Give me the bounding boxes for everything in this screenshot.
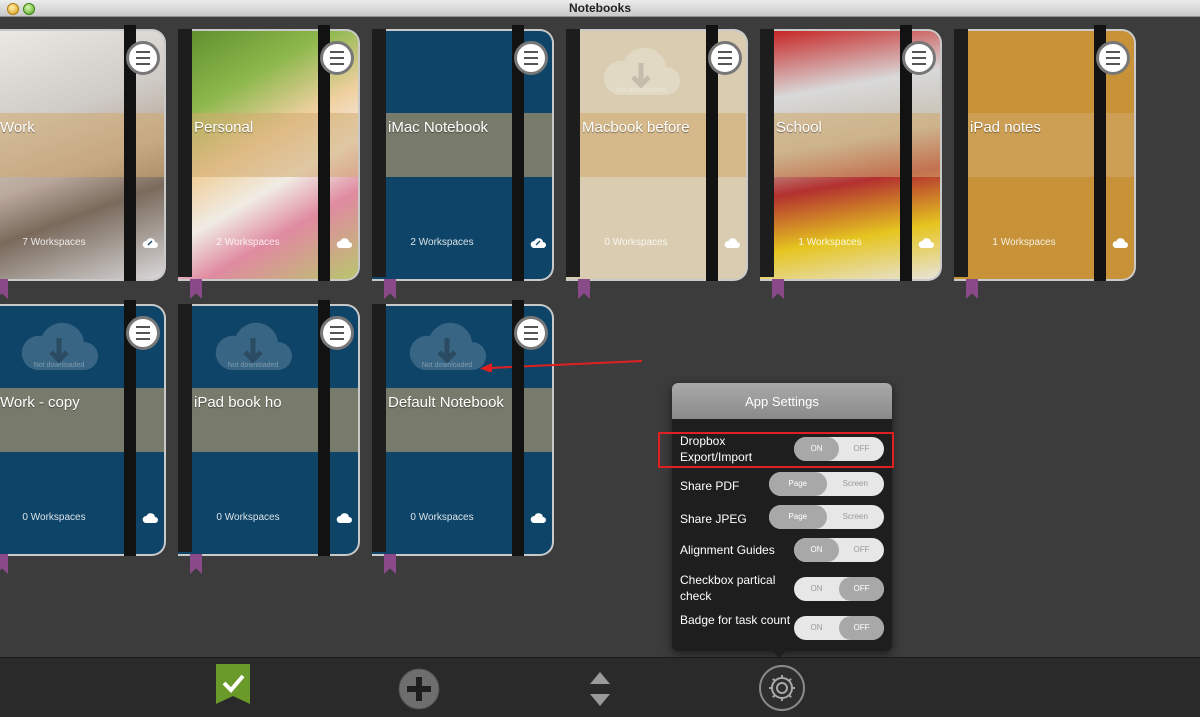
notebook-card[interactable]: Work 7 Workspaces	[0, 21, 180, 299]
notebook-workspace-count: 7 Workspaces	[22, 237, 86, 248]
cloud-synced-icon	[918, 238, 934, 248]
notebook-ribbon	[0, 554, 8, 574]
notebook-menu-button[interactable]	[514, 316, 548, 350]
setting-label: Checkbox partical check	[680, 573, 776, 603]
annotation-arrow	[480, 360, 643, 372]
notebook-menu-button[interactable]	[126, 41, 160, 75]
download-cloud-icon	[215, 322, 292, 370]
notebook-title: School	[776, 119, 822, 136]
cloud-icon	[336, 513, 352, 523]
sort-icon[interactable]	[588, 670, 612, 708]
download-status: Not downloaded	[227, 362, 279, 369]
notebook-menu-button[interactable]	[320, 316, 354, 350]
notebook-menu-button[interactable]	[514, 41, 548, 75]
toggle-screen[interactable]: Screen	[827, 505, 885, 529]
notebook-card[interactable]: Not downloaded Work - copy 0 Workspaces	[0, 296, 180, 574]
notebook-workspace-count: 0 Workspaces	[22, 512, 86, 523]
setting-label: Alignment Guides	[680, 543, 775, 557]
annotation-highlight-box	[658, 432, 894, 468]
notebook-menu-button[interactable]	[1096, 41, 1130, 75]
setting-label: Badge for task count	[680, 613, 791, 627]
notebook-card[interactable]: iMac Notebook 2 Workspaces	[372, 21, 568, 299]
cloud-icon	[1112, 238, 1128, 248]
notebook-title: Work - copy	[0, 394, 80, 411]
cloud-icon	[142, 513, 158, 523]
notebook-card[interactable]: iPad notes 1 Workspaces	[954, 21, 1150, 299]
notebook-workspace-count: 0 Workspaces	[604, 237, 668, 248]
download-status: Not downloaded	[615, 87, 667, 94]
window-title: Notebooks	[568, 1, 631, 15]
alignment-guides-toggle[interactable]: ON OFF	[794, 538, 884, 562]
download-status: Not downloaded	[421, 362, 473, 369]
badge-task-count-toggle[interactable]: ON OFF	[794, 616, 884, 640]
notebook-workspace-count: 0 Workspaces	[216, 512, 280, 523]
notebook-ribbon	[966, 279, 978, 299]
toggle-on[interactable]: ON	[794, 538, 839, 562]
toggle-on[interactable]: ON	[794, 577, 839, 601]
download-status: Not downloaded	[33, 362, 85, 369]
cloud-synced-icon	[336, 238, 352, 248]
notebook-title: Work	[0, 119, 35, 136]
setting-row-share-jpeg: Share JPEG Page Screen	[680, 505, 886, 537]
notebook-title: iMac Notebook	[388, 119, 489, 136]
notebook-menu-button[interactable]	[126, 316, 160, 350]
cloud-synced-icon	[142, 238, 158, 248]
notebook-title: iPad book ho	[194, 394, 282, 411]
download-cloud-icon	[603, 47, 680, 95]
app-settings-popover: App Settings Dropbox Export/Import ON OF…	[672, 383, 892, 658]
notebook-workspace-count: 1 Workspaces	[798, 237, 862, 248]
notebook-card[interactable]: School 1 Workspaces	[760, 21, 956, 299]
notebook-grid: Work 7 Workspaces Personal 2 Workspaces …	[0, 17, 1200, 657]
title-bar: Notebooks	[0, 0, 1200, 17]
cloud-synced-icon	[530, 238, 546, 248]
notebook-menu-button[interactable]	[902, 41, 936, 75]
add-icon[interactable]	[398, 668, 440, 710]
notebook-card[interactable]: Not downloaded Default Notebook 0 Worksp…	[372, 296, 568, 574]
notebook-workspace-count: 1 Workspaces	[992, 237, 1056, 248]
notebook-card[interactable]: Not downloaded Macbook before 0 Workspac…	[566, 21, 762, 299]
notebook-title: iPad notes	[970, 119, 1041, 136]
notebook-menu-button[interactable]	[320, 41, 354, 75]
notebook-workspace-count: 2 Workspaces	[216, 237, 280, 248]
checkmark-bookmark-icon[interactable]	[216, 664, 250, 704]
notebook-workspace-count: 2 Workspaces	[410, 237, 474, 248]
notebook-menu-button[interactable]	[708, 41, 742, 75]
setting-row-checkbox-partial: Checkbox partical check ON OFF	[680, 572, 886, 606]
share-jpeg-toggle[interactable]: Page Screen	[769, 505, 884, 529]
toggle-off[interactable]: OFF	[839, 538, 884, 562]
notebook-card[interactable]: Not downloaded iPad book ho 0 Workspaces	[178, 296, 374, 574]
toggle-page[interactable]: Page	[769, 505, 827, 529]
setting-row-alignment-guides: Alignment Guides ON OFF	[680, 538, 886, 568]
setting-row-share-pdf: Share PDF Page Screen	[680, 472, 886, 504]
checkbox-partial-toggle[interactable]: ON OFF	[794, 577, 884, 601]
gear-icon[interactable]	[758, 664, 806, 712]
download-cloud-icon	[409, 322, 486, 370]
toggle-page[interactable]: Page	[769, 472, 827, 496]
download-cloud-icon	[21, 322, 99, 370]
notebook-workspace-count: 0 Workspaces	[410, 512, 474, 523]
setting-row-badge-task-count: Badge for task count ON OFF	[680, 612, 886, 646]
notebook-title: Macbook before	[582, 119, 690, 136]
app-settings-title: App Settings	[672, 383, 892, 419]
notebook-ribbon	[578, 279, 590, 299]
cloud-icon	[530, 513, 546, 523]
toggle-off[interactable]: OFF	[839, 577, 884, 601]
toggle-on[interactable]: ON	[794, 616, 839, 640]
notebook-card[interactable]: Personal 2 Workspaces	[178, 21, 374, 299]
toggle-off[interactable]: OFF	[839, 616, 884, 640]
notebook-title: Default Notebook	[388, 394, 504, 411]
notebook-title: Personal	[194, 119, 254, 136]
notebook-ribbon	[190, 554, 202, 574]
cloud-icon	[724, 238, 740, 248]
notebook-ribbon	[384, 554, 396, 574]
share-pdf-toggle[interactable]: Page Screen	[769, 472, 884, 496]
notebook-ribbon	[772, 279, 784, 299]
toggle-screen[interactable]: Screen	[827, 472, 885, 496]
